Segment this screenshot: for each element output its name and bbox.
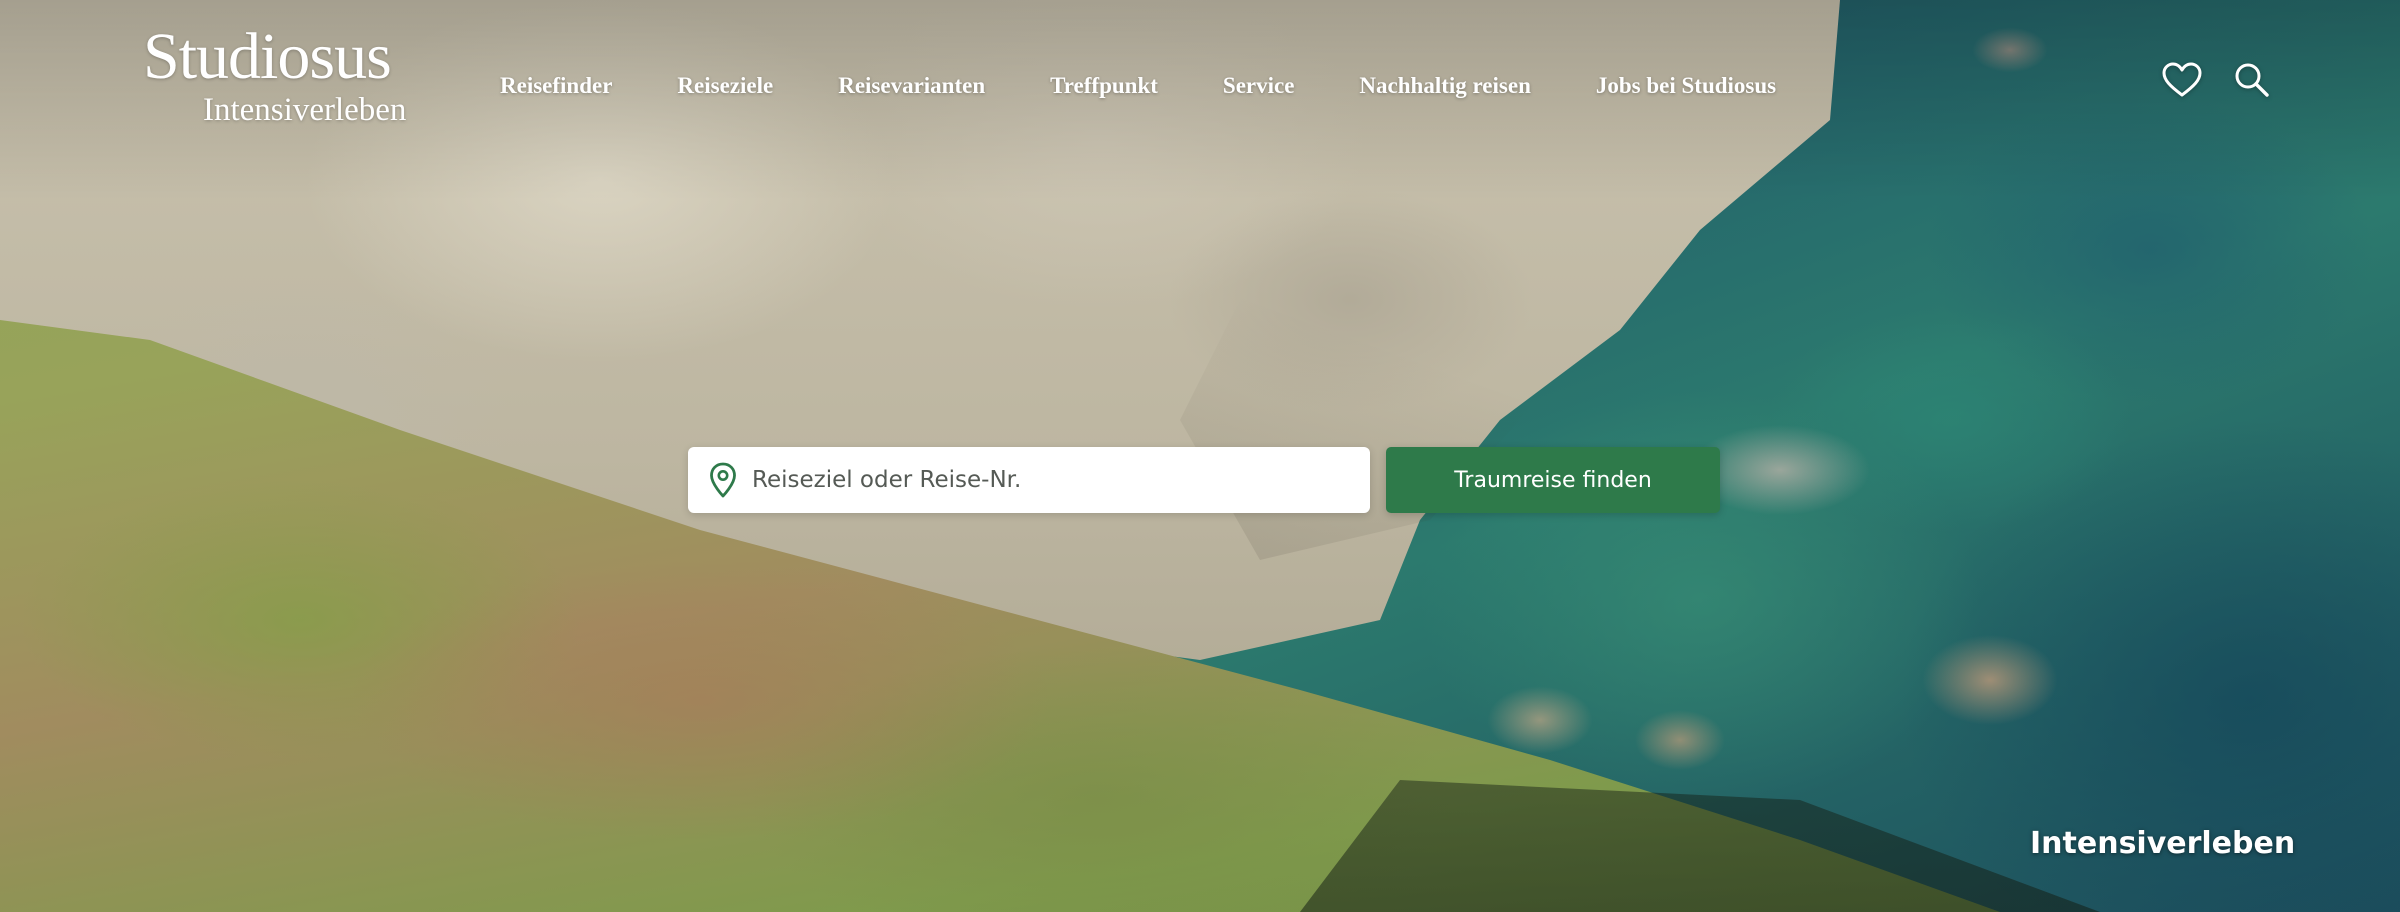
nav-item-treffpunkt[interactable]: Treffpunkt [1050, 66, 1158, 106]
destination-search-input[interactable] [750, 454, 1354, 506]
favorites-button[interactable] [2160, 58, 2204, 102]
hero-caption: Intensiverleben [2030, 826, 2296, 861]
nav-item-service[interactable]: Service [1223, 66, 1295, 106]
header-actions [2160, 58, 2274, 102]
location-pin-icon [706, 460, 740, 500]
brand-logo[interactable]: Studiosus Intensiverleben [143, 22, 443, 132]
search-field-wrapper [688, 447, 1370, 513]
brand-name: Studiosus [143, 20, 392, 93]
find-dream-trip-button[interactable]: Traumreise finden [1386, 447, 1720, 513]
heart-icon [2162, 62, 2202, 97]
site-header: Studiosus Intensiverleben Reisefinder Re… [0, 0, 2400, 150]
nav-item-reiseziele[interactable]: Reiseziele [677, 66, 773, 106]
brand-tagline: Intensiverleben [203, 92, 407, 128]
nav-item-jobs[interactable]: Jobs bei Studiosus [1596, 66, 1776, 106]
header-search-button[interactable] [2230, 58, 2274, 102]
nav-item-reisevarianten[interactable]: Reisevarianten [838, 66, 985, 106]
nav-item-nachhaltig-reisen[interactable]: Nachhaltig reisen [1359, 66, 1530, 106]
nav-item-reisefinder[interactable]: Reisefinder [500, 66, 612, 106]
search-icon [2235, 63, 2269, 97]
main-nav: Reisefinder Reiseziele Reisevarianten Tr… [500, 66, 1776, 106]
